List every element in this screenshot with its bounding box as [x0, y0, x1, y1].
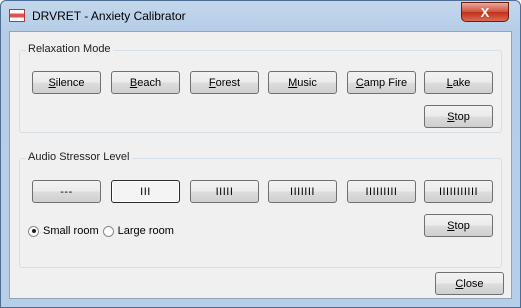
dialog-client-area: Relaxation Mode Silence Beach Forest Mus… — [9, 31, 512, 299]
stressor-level-2-button[interactable]: IIIII — [190, 180, 259, 203]
window-title: DRVRET - Anxiety Calibrator — [32, 9, 186, 23]
music-button[interactable]: Music — [268, 71, 337, 94]
app-flag-icon — [9, 9, 25, 22]
silence-button[interactable]: Silence — [32, 71, 101, 94]
window-close-button[interactable]: X — [461, 2, 509, 22]
stressor-level-1-button[interactable]: III — [111, 180, 180, 203]
close-icon: X — [480, 4, 490, 20]
relaxation-mode-label: Relaxation Mode — [26, 43, 113, 55]
stressor-level-3-button[interactable]: IIIIIII — [268, 180, 337, 203]
camp-fire-button[interactable]: Camp Fire — [347, 71, 416, 94]
audio-stressor-group: Audio Stressor Level — [19, 151, 502, 268]
stressor-level-4-button[interactable]: IIIIIIIII — [347, 180, 416, 203]
large-room-radio[interactable] — [102, 225, 114, 237]
title-bar[interactable]: DRVRET - Anxiety Calibrator X — [1, 1, 520, 31]
close-button[interactable]: Close — [435, 272, 504, 295]
small-room-radio[interactable] — [28, 225, 39, 237]
lake-button[interactable]: Lake — [424, 71, 493, 94]
stressor-level-0-button[interactable]: --- — [32, 180, 101, 203]
small-room-label[interactable]: Small room — [43, 225, 99, 237]
audio-stressor-label: Audio Stressor Level — [26, 151, 132, 163]
large-room-label[interactable]: Large room — [118, 225, 174, 237]
app-window: DRVRET - Anxiety Calibrator X Relaxation… — [0, 0, 521, 308]
relaxation-stop-button[interactable]: Stop — [424, 105, 493, 128]
stressor-level-5-button[interactable]: IIIIIIIIIII — [424, 180, 493, 203]
room-size-radio-group: Small room Large room — [28, 225, 174, 237]
beach-button[interactable]: Beach — [111, 71, 180, 94]
forest-button[interactable]: Forest — [190, 71, 259, 94]
stressor-stop-button[interactable]: Stop — [424, 214, 493, 237]
